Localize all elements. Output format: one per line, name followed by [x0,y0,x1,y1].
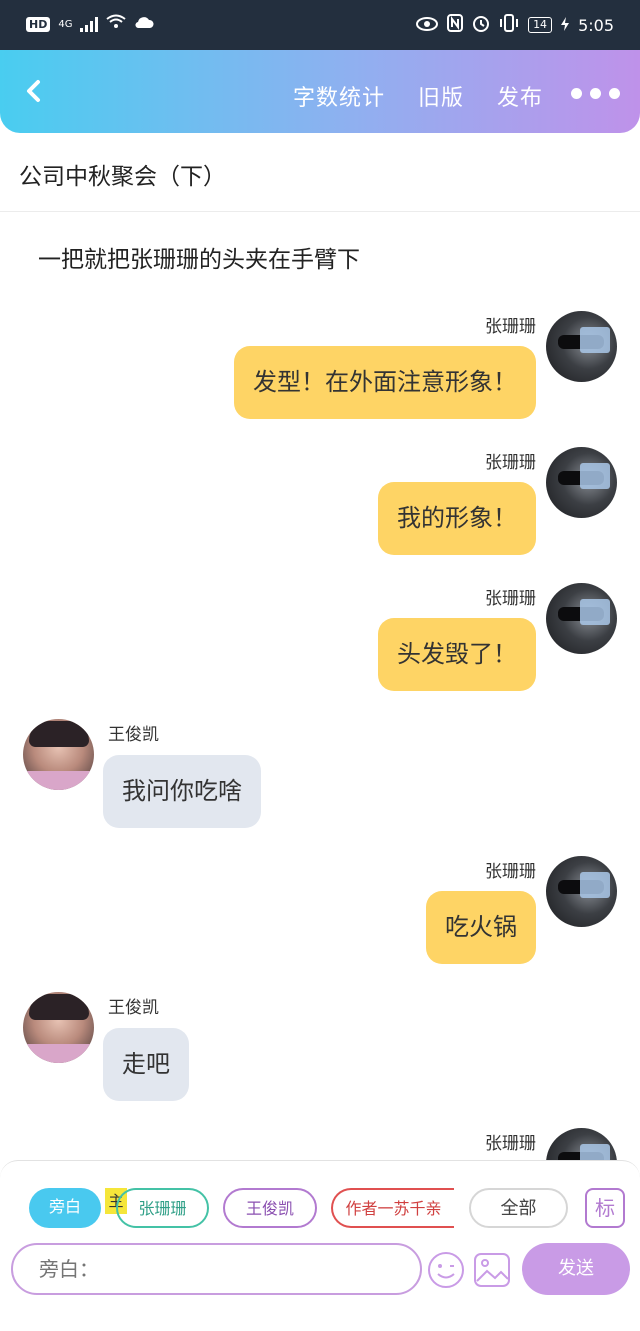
cloud-icon [134,15,154,33]
back-button[interactable] [20,76,50,106]
app-header: 字数统计 旧版 发布 [0,50,640,133]
page-title[interactable]: 公司中秋聚会（下） [19,157,226,191]
avatar[interactable] [546,583,617,654]
message-bubble[interactable]: 头发毁了！ [378,618,536,691]
message-input[interactable] [11,1243,422,1295]
word-count-button[interactable]: 字数统计 [293,80,385,112]
narration-text[interactable]: 一把就把张珊珊的头夹在手臂下 [38,240,360,274]
network-label: 4G [58,18,73,30]
hd-badge: HD [26,16,51,32]
role-chip-narration[interactable]: 旁白 [29,1188,101,1228]
status-bar: HD 4G 14 5:05 [0,0,640,50]
sender-name: 张珊珊 [485,862,536,882]
wifi-icon [106,14,127,34]
sender-name: 张珊珊 [485,317,536,337]
publish-button[interactable]: 发布 [497,80,543,112]
role-chip-author[interactable]: 作者一苏千亲 [331,1188,454,1228]
signal-icon [80,16,99,32]
avatar[interactable] [546,856,617,927]
battery-level: 14 [528,17,553,33]
composer-panel: 旁白 主 张珊珊 王俊凯 作者一苏千亲 全部 标 发送 [0,1160,640,1331]
avatar[interactable] [546,311,617,382]
tag-button[interactable]: 标 [585,1188,625,1228]
message-bubble[interactable]: 发型！在外面注意形象！ [234,346,536,419]
image-icon[interactable] [473,1251,511,1289]
message-bubble[interactable]: 吃火锅 [426,891,536,964]
sender-name: 张珊珊 [485,1134,536,1154]
chevron-left-icon [27,80,40,102]
old-version-button[interactable]: 旧版 [418,80,464,112]
sender-name: 张珊珊 [485,589,536,609]
message-bubble[interactable]: 我问你吃啥 [103,755,261,828]
nfc-icon [447,14,464,36]
vibrate-icon [499,14,519,36]
avatar[interactable] [23,992,94,1063]
title-row: 公司中秋聚会（下） [0,133,640,212]
send-button[interactable]: 发送 [522,1243,630,1295]
message-bubble[interactable]: 走吧 [103,1028,189,1101]
role-chip-zhang[interactable]: 张珊珊 [116,1188,209,1228]
role-chip-all[interactable]: 全部 [469,1188,568,1228]
charging-icon [561,16,570,35]
eye-icon [416,16,439,35]
avatar[interactable] [23,719,94,790]
clock-time: 5:05 [578,15,614,35]
sender-name: 王俊凯 [108,725,159,745]
alarm-icon [472,14,490,36]
sender-name: 张珊珊 [485,453,536,473]
emoji-icon[interactable] [427,1251,465,1289]
avatar[interactable] [546,447,617,518]
more-icon[interactable] [571,88,620,99]
message-bubble[interactable]: 我的形象！ [378,482,536,555]
role-chip-wang[interactable]: 王俊凯 [223,1188,317,1228]
sender-name: 王俊凯 [108,998,159,1018]
